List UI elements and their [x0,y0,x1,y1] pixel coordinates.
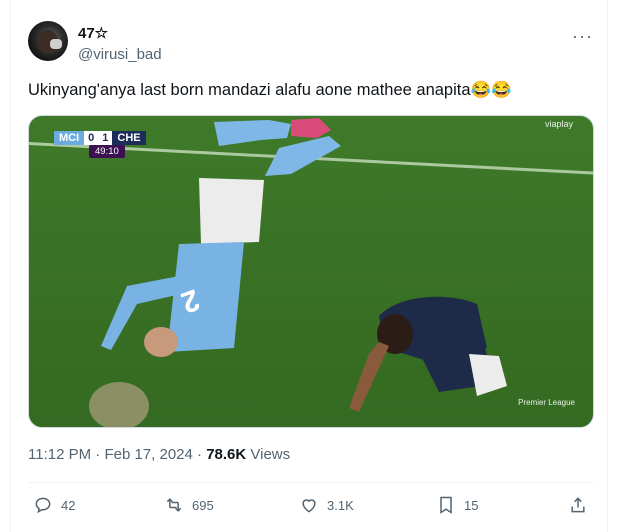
tweet-media[interactable]: 2 MCI 0 1 CHE 49:10 viaplay Premier Leag… [28,115,594,428]
player-boot [291,118,331,138]
views-count: 78.6K [206,446,247,463]
player-shirt [167,242,244,352]
reply-button[interactable]: 42 [33,495,75,515]
tweet-card[interactable]: 47☆ @virusi_bad ··· Ukinyang'anya last b… [10,0,608,532]
repost-button[interactable]: 695 [164,495,214,515]
like-button[interactable]: 3.1K [299,495,354,515]
match-photo: 2 [89,118,507,427]
tweet-date[interactable]: Feb 17, 2024 [104,446,192,463]
home-team: MCI [54,130,85,145]
away-score: 1 [98,130,113,145]
player-shorts [199,178,264,244]
views-label: Views [250,446,291,463]
avatar-hand [50,39,62,49]
tweet-meta: 11:12 PM · Feb 17, 2024 · 78.6K Views [28,446,290,463]
player-leg-left [214,120,291,146]
meta-separator: · [95,446,101,463]
user-handle[interactable]: @virusi_bad [78,46,162,63]
meta-separator: · [197,446,203,463]
display-name[interactable]: 47☆ [78,24,108,42]
blurred-player [89,382,149,427]
heart-icon [302,499,316,513]
away-team: CHE [112,130,146,145]
bookmark-count: 15 [464,497,479,513]
player-leg-right [265,136,341,176]
share-button[interactable] [568,495,596,515]
tweet-time[interactable]: 11:12 PM [28,446,91,463]
bookmark-button[interactable]: 15 [436,495,478,515]
repost-icon [166,498,182,512]
league-watermark: Premier League [518,398,575,407]
player-head [144,327,178,357]
reply-icon [35,497,51,514]
repost-count: 695 [192,497,214,513]
match-clock: 49:10 [89,145,125,158]
reply-count: 42 [61,497,76,513]
home-score: 0 [84,130,99,145]
like-count: 3.1K [327,497,354,513]
avatar[interactable] [28,21,68,61]
rival-boot [469,354,507,396]
rival-arm [349,342,389,412]
bookmark-icon [440,496,452,514]
tweet-text: Ukinyang'anya last born mandazi alafu ao… [28,81,512,99]
broadcaster-logo: viaplay [544,119,573,129]
divider [28,482,594,483]
more-options-icon[interactable]: ··· [572,26,593,47]
scorebug: MCI 0 1 CHE [54,130,146,145]
share-icon [571,497,585,513]
